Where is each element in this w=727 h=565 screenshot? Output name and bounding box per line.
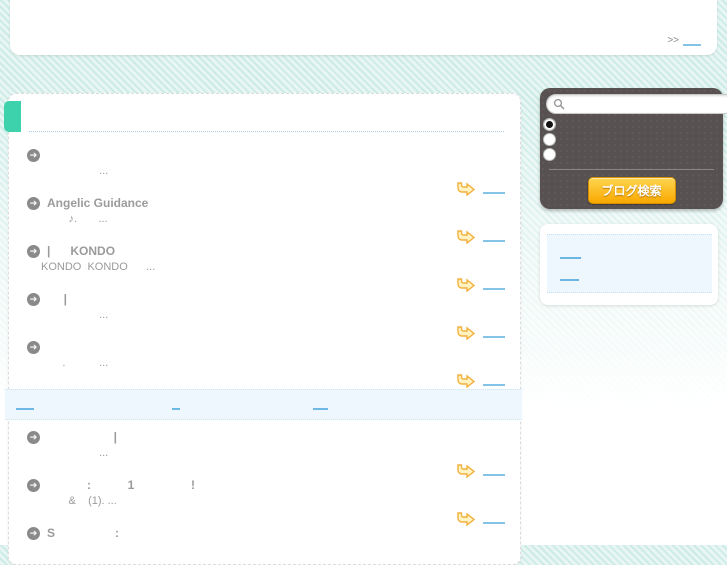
list-item: | ... bbox=[27, 293, 506, 341]
entry-link[interactable] bbox=[483, 327, 505, 339]
arrow-circle-icon bbox=[27, 341, 40, 354]
list-item: Angelic Guidance ♪. ... bbox=[27, 197, 506, 245]
arrow-circle-icon bbox=[27, 197, 40, 210]
radio-option-3[interactable] bbox=[543, 148, 556, 161]
panel-divider bbox=[549, 169, 714, 170]
pagination-bar bbox=[5, 389, 522, 420]
jump-arrow-icon bbox=[456, 230, 475, 245]
page-title bbox=[29, 95, 37, 107]
list-item: ... bbox=[27, 149, 506, 197]
jump-arrow-icon bbox=[456, 512, 475, 527]
results-list-continued: | ... : 1 ! & (1). ... bbox=[9, 431, 520, 540]
arrow-circle-icon bbox=[27, 245, 40, 258]
entry-excerpt: . ... bbox=[41, 357, 109, 369]
radio-option-1[interactable] bbox=[543, 118, 556, 131]
entry-link[interactable] bbox=[483, 279, 505, 291]
entry-link[interactable] bbox=[483, 231, 505, 243]
arrow-circle-icon bbox=[27, 479, 40, 492]
search-icon bbox=[553, 98, 565, 110]
sidebar-links-inner bbox=[547, 234, 712, 293]
blog-search-button[interactable]: ブログ検索 bbox=[587, 177, 676, 204]
entry-excerpt: ... bbox=[41, 447, 109, 459]
list-item: . ... bbox=[27, 341, 506, 389]
arrow-circle-icon bbox=[27, 431, 40, 444]
entry-title[interactable]: : 1 ! bbox=[47, 479, 506, 492]
sidebar-links-box bbox=[540, 224, 718, 305]
entry-link[interactable] bbox=[483, 465, 505, 477]
sidebar-link[interactable] bbox=[560, 270, 579, 281]
arrow-circle-icon bbox=[27, 527, 40, 540]
results-list: ... Angelic Guidance ♪. ... | KONDO KOND… bbox=[9, 132, 520, 389]
header-more: >> bbox=[667, 35, 701, 46]
search-scope-radios bbox=[543, 118, 556, 163]
entry-excerpt: KONDO KONDO ... bbox=[41, 261, 156, 273]
jump-arrow-icon bbox=[456, 464, 475, 479]
entry-title[interactable]: | KONDO bbox=[47, 245, 506, 258]
results-header bbox=[29, 94, 504, 132]
entry-title[interactable]: S : bbox=[47, 527, 506, 540]
entry-title[interactable] bbox=[47, 149, 506, 162]
entry-excerpt: ♪. ... bbox=[41, 213, 108, 225]
arrow-circle-icon bbox=[27, 149, 40, 162]
entry-title[interactable] bbox=[47, 341, 506, 354]
arrow-circle-icon bbox=[27, 293, 40, 306]
jump-arrow-icon bbox=[456, 182, 475, 197]
search-results-panel: ... Angelic Guidance ♪. ... | KONDO KOND… bbox=[4, 93, 522, 565]
entry-title[interactable]: | bbox=[47, 431, 506, 444]
list-item: : 1 ! & (1). ... bbox=[27, 479, 506, 527]
header-bar: >> bbox=[10, 0, 717, 55]
entry-excerpt: ... bbox=[41, 165, 109, 177]
jump-arrow-icon bbox=[456, 278, 475, 293]
pagination-link[interactable] bbox=[313, 399, 328, 410]
pagination-link[interactable] bbox=[16, 399, 34, 410]
list-item: S : bbox=[27, 527, 506, 540]
panel-tab-marker bbox=[4, 101, 21, 132]
entry-link[interactable] bbox=[483, 513, 505, 525]
radio-option-2[interactable] bbox=[543, 133, 556, 146]
jump-arrow-icon bbox=[456, 374, 475, 389]
pagination-link[interactable] bbox=[172, 399, 180, 410]
entry-excerpt: & (1). ... bbox=[41, 495, 117, 507]
blog-search-panel: ブログ検索 bbox=[540, 88, 727, 209]
entry-link[interactable] bbox=[483, 375, 505, 387]
list-item: | ... bbox=[27, 431, 506, 479]
entry-title[interactable]: | bbox=[47, 293, 506, 306]
more-prefix: >> bbox=[667, 35, 679, 46]
entry-excerpt: ... bbox=[41, 309, 109, 321]
search-input[interactable] bbox=[546, 94, 727, 114]
list-item: | KONDO KONDO KONDO ... bbox=[27, 245, 506, 293]
entry-title[interactable]: Angelic Guidance bbox=[47, 197, 506, 210]
entry-link[interactable] bbox=[483, 183, 505, 195]
sidebar-link[interactable] bbox=[560, 248, 581, 259]
header-more-link[interactable] bbox=[683, 35, 701, 46]
jump-arrow-icon bbox=[456, 326, 475, 341]
